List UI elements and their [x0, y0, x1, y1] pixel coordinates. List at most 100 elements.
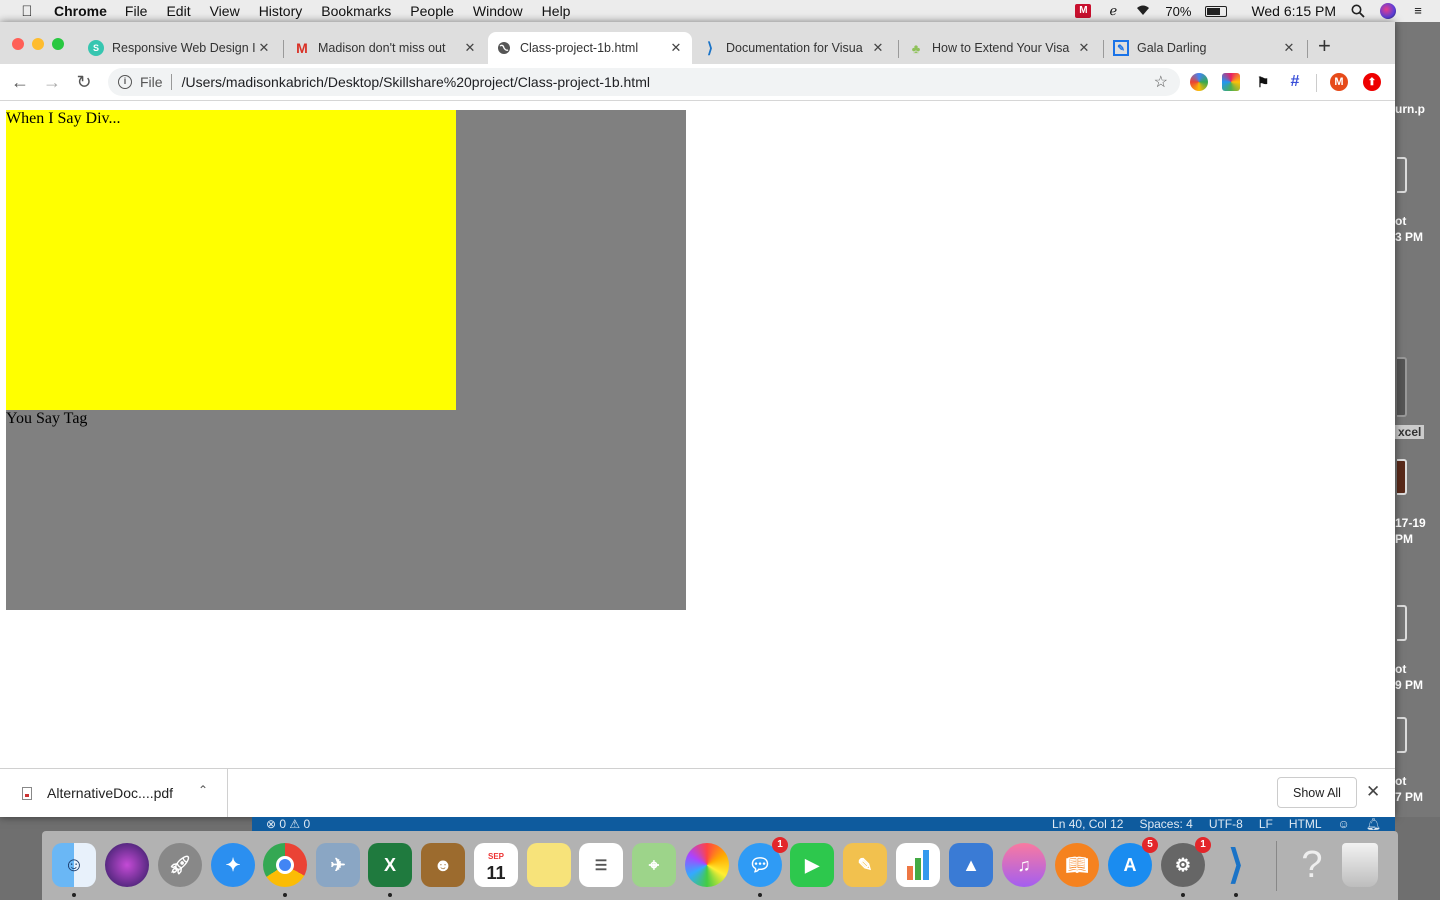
notes-icon[interactable] [527, 843, 571, 887]
messages-icon[interactable]: 💬︎ 1 [738, 837, 788, 887]
update-icon[interactable]: ⬆ [1363, 73, 1381, 91]
minimize-window-button[interactable] [32, 38, 44, 50]
cursor-position[interactable]: Ln 40, Col 12 [1052, 817, 1123, 831]
indentation[interactable]: Spaces: 4 [1139, 817, 1192, 831]
photos-icon[interactable] [685, 843, 729, 887]
mcafee-icon[interactable]: M [1075, 4, 1092, 18]
books-icon[interactable]: 📖︎ [1055, 843, 1099, 887]
bell-icon[interactable]: 🔔︎ [1366, 817, 1381, 831]
address-bar[interactable]: i File /Users/madisonkabrich/Desktop/Ski… [108, 68, 1180, 96]
running-indicator [388, 893, 392, 897]
tab-separator [1307, 40, 1308, 58]
tab-title: Madison don't miss out [318, 41, 446, 55]
tab-gmail[interactable]: M Madison don't miss out ✕ [286, 32, 486, 64]
extension-color-icon[interactable] [1190, 73, 1208, 91]
close-icon[interactable]: ✕ [1076, 40, 1092, 56]
spotlight-icon[interactable] [1350, 4, 1366, 18]
close-icon[interactable]: ✕ [1281, 40, 1297, 56]
maps-icon[interactable]: ⌖ [632, 843, 676, 887]
finder-icon[interactable]: ☺ [52, 843, 96, 887]
url-text[interactable]: /Users/madisonkabrich/Desktop/Skillshare… [182, 74, 650, 90]
tab-separator [898, 40, 899, 58]
preview-icon[interactable]: ✈︎ [316, 843, 360, 887]
extension-cursor-icon[interactable]: ⚑ [1254, 73, 1272, 91]
menu-window[interactable]: Window [473, 3, 523, 19]
itunes-icon[interactable]: ♫ [1002, 843, 1046, 887]
problems-count[interactable]: ⊗ 0 ⚠ 0 [266, 817, 310, 831]
bookmark-star-icon[interactable]: ☆ [1154, 72, 1168, 92]
menu-people[interactable]: People [410, 3, 454, 19]
chrome-icon[interactable] [263, 843, 307, 887]
reminders-icon[interactable]: ☰ [579, 843, 623, 887]
close-icon[interactable]: ✕ [668, 40, 684, 56]
feedback-icon[interactable]: ☺ [1338, 817, 1350, 831]
tab-responsive-web-design[interactable]: S Responsive Web Design I ✕ [80, 32, 280, 64]
chevron-up-icon[interactable]: ⌃ [198, 783, 208, 797]
language-mode[interactable]: HTML [1289, 817, 1322, 831]
tab-extend-visa[interactable]: ♣ How to Extend Your Visa ✕ [900, 32, 1100, 64]
menu-bookmarks[interactable]: Bookmarks [321, 3, 391, 19]
battery-icon[interactable] [1205, 5, 1228, 17]
launchpad-icon[interactable]: 🚀︎ [158, 843, 202, 887]
gmail-icon: M [296, 40, 308, 56]
app-menu[interactable]: Chrome [54, 3, 107, 19]
outer-div-text: You Say Tag [6, 410, 88, 427]
show-all-button[interactable]: Show All [1277, 777, 1357, 808]
reload-icon[interactable]: ↻ [74, 72, 94, 92]
bluetooth-icon[interactable]: ℯ [1105, 4, 1121, 18]
skillshare-icon: S [88, 40, 104, 56]
trash-icon[interactable] [1342, 843, 1378, 887]
close-icon[interactable]: ✕ [1366, 782, 1380, 802]
profile-avatar[interactable]: M [1330, 73, 1348, 91]
download-item[interactable]: AlternativeDoc....pdf ⌃ [0, 769, 228, 817]
system-preferences-icon[interactable]: ⚙ 1 [1161, 837, 1211, 887]
encoding[interactable]: UTF-8 [1209, 817, 1243, 831]
apple-menu-icon[interactable]:  [0, 3, 54, 20]
tab-gala-darling[interactable]: ✎ Gala Darling ✕ [1105, 32, 1305, 64]
close-window-button[interactable] [12, 38, 24, 50]
menu-edit[interactable]: Edit [166, 3, 190, 19]
tab-class-project[interactable]: Class-project-1b.html ✕ [488, 32, 692, 64]
notification-badge: 1 [1195, 837, 1211, 853]
extension-palette-icon[interactable] [1222, 73, 1240, 91]
battery-percent[interactable]: 70% [1165, 4, 1191, 19]
contacts-icon[interactable]: ☻ [421, 843, 465, 887]
new-tab-button[interactable]: + [1318, 35, 1331, 57]
help-icon[interactable]: ? [1290, 843, 1334, 887]
extension-grid-icon[interactable]: # [1286, 73, 1304, 91]
safari-icon[interactable]: ✦ [211, 843, 255, 887]
desktop-file-label: 3 PM [1395, 230, 1424, 244]
siri-icon[interactable] [1380, 3, 1396, 19]
siri-icon[interactable] [105, 843, 149, 887]
back-icon[interactable]: ← [10, 72, 30, 92]
info-icon[interactable]: i [118, 75, 132, 89]
app-store-icon[interactable]: A5 [1108, 837, 1158, 887]
clock[interactable]: Wed 6:15 PM [1251, 3, 1336, 19]
pen-icon: ✎ [1113, 40, 1129, 56]
desktop-file-label: 17-19 [1395, 516, 1426, 530]
calendar-icon[interactable]: SEP 11 [474, 843, 518, 887]
inner-div-text: When I Say Div... [6, 110, 121, 127]
line-ending[interactable]: LF [1259, 817, 1273, 831]
zoom-window-button[interactable] [52, 38, 64, 50]
excel-icon[interactable]: X [368, 843, 412, 887]
forward-icon[interactable]: → [42, 72, 62, 92]
menu-view[interactable]: View [210, 3, 240, 19]
close-icon[interactable]: ✕ [870, 40, 886, 56]
notification-center-icon[interactable]: ≡ [1410, 4, 1426, 18]
facetime-icon[interactable]: ▶ [790, 843, 834, 887]
vscode-icon: ⟩ [707, 40, 713, 57]
tab-vscode-docs[interactable]: ⟩ Documentation for Visua ✕ [694, 32, 894, 64]
running-indicator [1234, 893, 1238, 897]
close-icon[interactable]: ✕ [462, 40, 478, 56]
menu-history[interactable]: History [259, 3, 303, 19]
keynote-icon[interactable]: ▲ [949, 843, 993, 887]
numbers-icon[interactable] [896, 843, 940, 887]
vscode-icon[interactable]: ⟩ [1214, 843, 1258, 887]
wifi-icon[interactable] [1135, 4, 1151, 18]
menu-file[interactable]: File [125, 3, 148, 19]
close-icon[interactable]: ✕ [256, 40, 272, 56]
download-filename: AlternativeDoc....pdf [47, 785, 174, 801]
menu-help[interactable]: Help [542, 3, 571, 19]
pages-icon[interactable]: ✎ [843, 843, 887, 887]
